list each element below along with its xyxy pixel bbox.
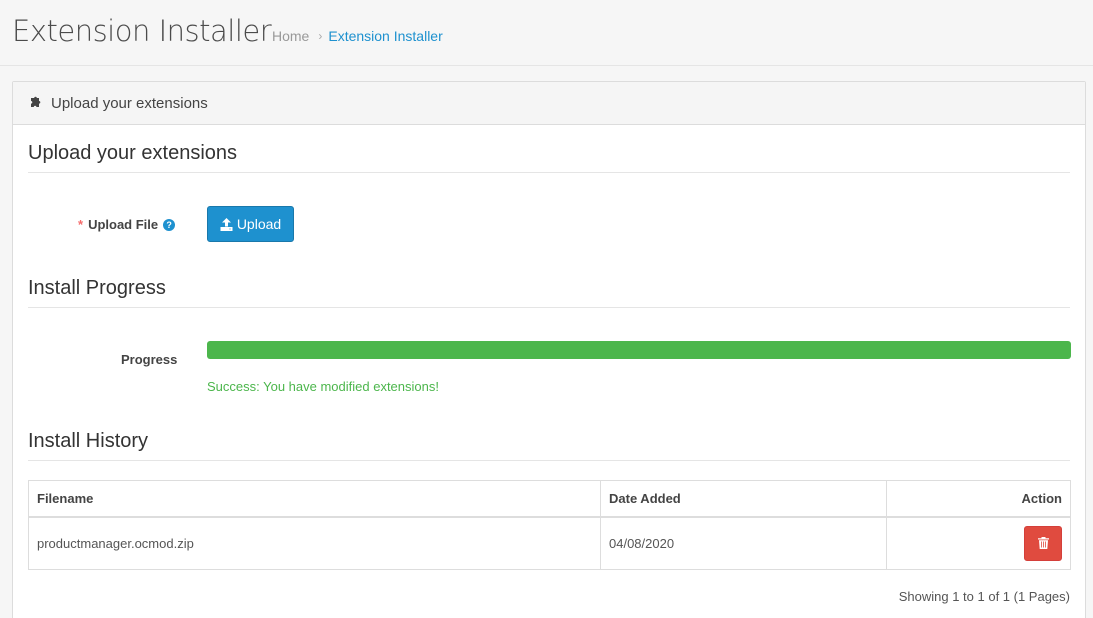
upload-file-label: * Upload File? <box>78 217 176 232</box>
progress-label: Progress <box>121 352 178 367</box>
puzzle-icon <box>31 96 41 107</box>
breadcrumb: Home › Extension Installer <box>272 28 443 44</box>
page-title: Extension Installer <box>12 14 272 48</box>
pagination-info: Showing 1 to 1 of 1 (1 Pages) <box>898 589 1070 604</box>
trash-icon <box>1037 537 1049 550</box>
column-header-date-added: Date Added <box>600 480 887 518</box>
page-header: Extension Installer Home › Extension Ins… <box>0 0 1093 66</box>
upload-panel: Upload your extensions Upload your exten… <box>12 81 1086 618</box>
upload-button-label: Upload <box>236 216 282 232</box>
install-progress-bar <box>207 341 1071 359</box>
table-row: productmanager.ocmod.zip 04/08/2020 <box>28 516 1071 570</box>
success-message: Success: You have modified extensions! <box>207 379 439 394</box>
history-legend: Install History <box>28 430 1070 461</box>
column-header-filename: Filename <box>28 480 601 518</box>
upload-button[interactable]: Upload <box>207 206 294 242</box>
delete-button[interactable] <box>1024 525 1062 561</box>
column-header-action: Action <box>886 480 1071 518</box>
panel-title: Upload your extensions <box>51 94 208 112</box>
breadcrumb-current[interactable]: Extension Installer <box>328 28 442 44</box>
upload-icon <box>220 217 233 231</box>
install-history-table: Filename Date Added Action productmanage… <box>28 480 1071 570</box>
table-header-row: Filename Date Added Action <box>28 480 1071 518</box>
breadcrumb-home[interactable]: Home <box>272 28 309 44</box>
upload-file-label-text: Upload File <box>88 217 159 232</box>
required-mark: * <box>78 217 84 232</box>
upload-legend: Upload your extensions <box>28 142 1070 173</box>
progress-legend: Install Progress <box>28 277 1070 308</box>
panel-heading: Upload your extensions <box>13 82 1085 125</box>
question-circle-icon[interactable]: ? <box>163 219 176 231</box>
progress-fill <box>207 341 1071 359</box>
breadcrumb-separator: › <box>318 29 323 43</box>
cell-date-added: 04/08/2020 <box>600 516 887 570</box>
cell-action <box>886 516 1071 570</box>
cell-filename: productmanager.ocmod.zip <box>28 516 601 570</box>
